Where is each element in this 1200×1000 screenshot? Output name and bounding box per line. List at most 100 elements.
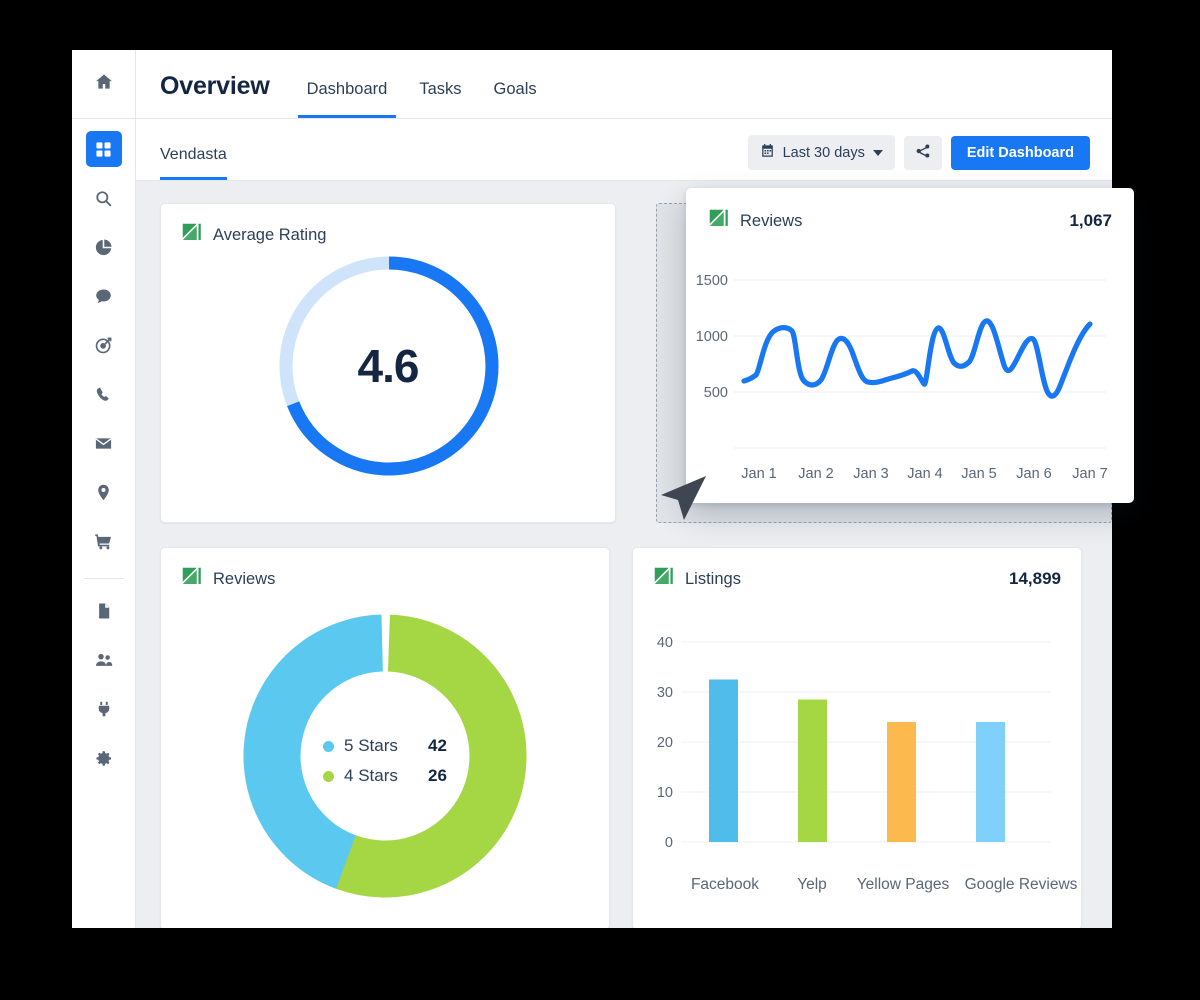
tab-dashboard[interactable]: Dashboard bbox=[298, 80, 397, 118]
sub-header: Vendasta Last 30 days Edit Dashboard bbox=[136, 119, 1112, 181]
sidebar-item-files[interactable] bbox=[86, 593, 122, 629]
reviews-line-path bbox=[744, 321, 1090, 396]
location-pin-icon bbox=[94, 483, 113, 502]
svg-text:Jan 6: Jan 6 bbox=[1016, 466, 1051, 482]
tab-goals[interactable]: Goals bbox=[485, 80, 546, 118]
sidebar-item-analytics[interactable] bbox=[86, 229, 122, 265]
gear-icon bbox=[94, 749, 113, 768]
vendasta-logo-icon bbox=[181, 222, 202, 248]
sidebar-item-dashboard[interactable] bbox=[86, 131, 122, 167]
document-icon bbox=[95, 602, 113, 620]
card-title: Reviews bbox=[740, 212, 802, 231]
share-icon bbox=[915, 143, 931, 162]
people-icon bbox=[94, 650, 114, 670]
floating-card-reviews[interactable]: Reviews 1,067 1500 1000 500 Jan 1 Jan bbox=[686, 188, 1134, 503]
envelope-icon bbox=[94, 434, 113, 453]
legend-label: 5 Stars bbox=[344, 736, 428, 756]
main-tabs: Dashboard Tasks Goals bbox=[298, 50, 560, 118]
card-header-average-rating: Average Rating bbox=[161, 204, 615, 248]
reviews-donut-chart: 5 Stars 42 4 Stars 26 bbox=[161, 596, 609, 926]
svg-text:0: 0 bbox=[665, 835, 673, 851]
svg-text:Jan 1: Jan 1 bbox=[741, 466, 776, 482]
sidebar-item-calls[interactable] bbox=[86, 376, 122, 412]
sidebar bbox=[72, 50, 136, 928]
subtab-vendasta[interactable]: Vendasta bbox=[160, 146, 227, 180]
sidebar-item-store[interactable] bbox=[86, 523, 122, 559]
bar-yelp bbox=[798, 700, 827, 843]
pie-chart-icon bbox=[94, 238, 113, 257]
svg-text:Jan 2: Jan 2 bbox=[798, 466, 833, 482]
average-rating-gauge: 4.6 bbox=[161, 250, 615, 482]
tab-tasks[interactable]: Tasks bbox=[410, 80, 470, 118]
page-root: Overview Dashboard Tasks Goals Vendasta … bbox=[0, 0, 1200, 1000]
calendar-icon bbox=[760, 143, 775, 162]
vendasta-logo-icon bbox=[653, 566, 674, 592]
cursor-arrow-icon bbox=[656, 473, 712, 525]
sidebar-item-settings[interactable] bbox=[86, 740, 122, 776]
card-header-reviews-floating: Reviews 1,067 bbox=[686, 188, 1134, 234]
target-icon bbox=[94, 336, 113, 355]
svg-text:Google Reviews: Google Reviews bbox=[965, 876, 1078, 893]
legend-value: 26 bbox=[428, 766, 447, 786]
bar-google-reviews bbox=[976, 722, 1005, 842]
home-icon bbox=[94, 72, 114, 97]
sidebar-item-contacts[interactable] bbox=[86, 642, 122, 678]
page-title: Overview bbox=[160, 72, 270, 118]
sidebar-item-search[interactable] bbox=[86, 180, 122, 216]
listings-bar-svg: 40 30 20 10 0 bbox=[633, 594, 1083, 914]
card-title: Listings bbox=[685, 570, 741, 589]
app-header: Overview Dashboard Tasks Goals bbox=[136, 50, 1112, 119]
average-rating-value: 4.6 bbox=[161, 250, 615, 482]
legend-value: 42 bbox=[428, 736, 447, 756]
reviews-line-svg: 1500 1000 500 Jan 1 Jan 2 Jan 3 Jan 4 Ja… bbox=[686, 238, 1134, 493]
grid-dashboard-icon bbox=[95, 141, 112, 158]
card-title: Average Rating bbox=[213, 226, 326, 245]
svg-text:Jan 4: Jan 4 bbox=[907, 466, 942, 482]
svg-text:20: 20 bbox=[657, 735, 673, 751]
sidebar-item-email[interactable] bbox=[86, 425, 122, 461]
card-header-listings: Listings 14,899 bbox=[633, 548, 1081, 592]
dashboard-toolbar: Last 30 days Edit Dashboard bbox=[748, 135, 1090, 180]
reviews-line-chart: 1500 1000 500 Jan 1 Jan 2 Jan 3 Jan 4 Ja… bbox=[686, 238, 1134, 498]
legend-dot-green bbox=[323, 771, 334, 782]
card-average-rating[interactable]: Average Rating 4.6 bbox=[160, 203, 616, 523]
search-icon bbox=[94, 189, 113, 208]
bar-yellow-pages bbox=[887, 722, 916, 842]
svg-text:Facebook: Facebook bbox=[691, 876, 759, 893]
phone-icon bbox=[94, 385, 113, 404]
edit-dashboard-button[interactable]: Edit Dashboard bbox=[951, 136, 1090, 170]
share-button[interactable] bbox=[904, 136, 942, 170]
svg-text:30: 30 bbox=[657, 685, 673, 701]
svg-text:10: 10 bbox=[657, 785, 673, 801]
date-range-selector[interactable]: Last 30 days bbox=[748, 135, 895, 170]
sidebar-divider bbox=[84, 578, 124, 579]
card-header-reviews: Reviews bbox=[161, 548, 609, 592]
legend-item-5-stars: 5 Stars 42 bbox=[323, 736, 447, 756]
svg-text:Jan 7: Jan 7 bbox=[1072, 466, 1107, 482]
sidebar-item-advertising[interactable] bbox=[86, 327, 122, 363]
sidebar-item-home[interactable] bbox=[72, 50, 135, 119]
card-listings[interactable]: Listings 14,899 bbox=[632, 547, 1082, 928]
svg-text:500: 500 bbox=[704, 385, 728, 401]
card-total-value: 1,067 bbox=[1069, 211, 1112, 231]
mouse-cursor bbox=[656, 473, 712, 530]
svg-text:1500: 1500 bbox=[696, 273, 728, 289]
sidebar-item-listings[interactable] bbox=[86, 474, 122, 510]
legend-item-4-stars: 4 Stars 26 bbox=[323, 766, 447, 786]
chat-bubble-icon bbox=[94, 287, 113, 306]
shopping-cart-icon bbox=[94, 532, 113, 551]
chevron-down-icon bbox=[873, 150, 883, 156]
svg-text:Jan 5: Jan 5 bbox=[961, 466, 996, 482]
svg-text:Jan 3: Jan 3 bbox=[853, 466, 888, 482]
reviews-legend: 5 Stars 42 4 Stars 26 bbox=[161, 596, 609, 926]
sidebar-item-integrations[interactable] bbox=[86, 691, 122, 727]
date-range-label: Last 30 days bbox=[783, 145, 865, 161]
vendasta-logo-icon bbox=[708, 208, 729, 234]
plug-icon bbox=[95, 700, 113, 718]
svg-text:Yelp: Yelp bbox=[797, 876, 827, 893]
bar-facebook bbox=[709, 680, 738, 843]
card-reviews-donut[interactable]: Reviews bbox=[160, 547, 610, 928]
svg-text:40: 40 bbox=[657, 635, 673, 651]
card-title: Reviews bbox=[213, 570, 275, 589]
sidebar-item-messages[interactable] bbox=[86, 278, 122, 314]
